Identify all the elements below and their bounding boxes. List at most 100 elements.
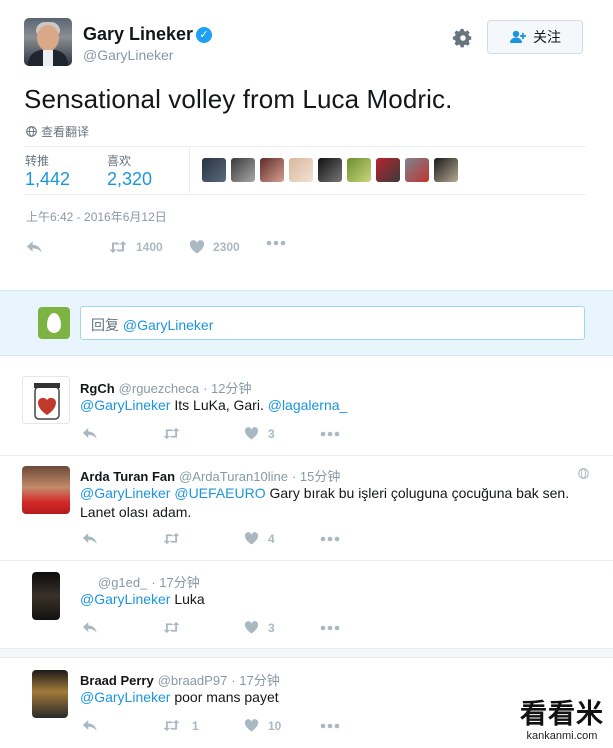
author-handle[interactable]: @GaryLineker [83,47,173,63]
liker-avatar[interactable] [289,158,313,182]
reply-author-handle[interactable]: @ArdaTuran10line [179,469,288,484]
more-icon [266,240,286,246]
heart-icon[interactable] [244,719,259,732]
retweet-stat-value: 1,442 [25,169,71,189]
reply-header: RgCh @rguezcheca · 12分钟 [80,378,251,397]
reply-avatar[interactable] [22,376,70,424]
liker-avatar[interactable] [260,158,284,182]
mention-link[interactable]: @GaryLineker [80,485,170,501]
liker-avatar[interactable] [376,158,400,182]
mention-link[interactable]: @UEFAEURO [174,485,265,501]
reply-button[interactable] [26,240,43,254]
follow-label: 关注 [533,29,561,45]
current-user-avatar [38,307,70,339]
globe-icon [26,126,37,137]
reply-mention: @GaryLineker [122,317,214,333]
reply-text: @GaryLineker Luka [80,590,580,609]
more-icon[interactable] [320,536,340,542]
verified-icon: ✓ [196,27,212,43]
reply-icon[interactable] [82,427,98,440]
reply-avatar[interactable] [22,466,70,514]
reply-icon [26,241,42,253]
reply-header: Arda Turan Fan @ArdaTuran10line · 15分钟 [80,466,340,485]
reply-input[interactable]: 回复 @GaryLineker [80,306,585,340]
reply-actions: 3 [80,618,360,638]
heart-icon [189,240,205,254]
like-stat[interactable]: 喜欢 2,320 [107,152,152,190]
like-stat-label: 喜欢 [107,154,132,168]
more-icon[interactable] [320,625,340,631]
reply-author-name[interactable]: Braad Perry [80,673,154,688]
tweet-timestamp[interactable]: 上午6:42 - 2016年6月12日 [26,208,167,225]
reply-time[interactable]: · 17分钟 [151,572,199,591]
reply-text: @GaryLineker @UEFAEURO Gary bırak bu işl… [80,484,580,522]
retweet-icon[interactable] [162,621,181,634]
liker-avatar[interactable] [405,158,429,182]
heart-icon[interactable] [244,427,259,440]
author-name[interactable]: Gary Lineker [83,24,193,45]
reply-body: Its LuKa, Gari. [174,397,264,413]
reply-like-count: 3 [268,621,275,635]
retweet-button[interactable]: 1400 [108,240,163,254]
divider [24,194,586,195]
retweet-icon[interactable] [162,719,181,732]
reply-text: @GaryLineker poor mans payet [80,688,580,707]
watermark-logo: 看看米 kankanmi.com [512,700,612,748]
retweet-icon[interactable] [162,427,181,440]
mention-link[interactable]: @GaryLineker [80,397,170,413]
reply-icon[interactable] [82,719,98,732]
reply-actions: 1 10 [80,716,360,736]
translate-label: 查看翻译 [41,125,90,139]
reply-retweet-count: 1 [192,719,199,733]
more-icon[interactable] [320,723,340,729]
mention-link[interactable]: @lagalerna_ [268,397,348,413]
watermark-title: 看看米 [520,699,604,730]
retweet-stat-label: 转推 [25,154,50,168]
retweet-icon[interactable] [162,532,181,545]
reply-prefix: 回复 [91,317,119,333]
reply-author-name[interactable]: RgCh [80,381,115,396]
divider [0,648,613,658]
like-button[interactable]: 2300 [189,240,240,254]
more-icon[interactable] [320,431,340,437]
reply-like-count: 3 [268,427,275,441]
liker-avatar[interactable] [318,158,342,182]
divider [0,560,613,561]
reply-time[interactable]: · 12分钟 [203,378,251,397]
retweet-stat[interactable]: 转推 1,442 [25,152,70,190]
watermark-url: kankanmi.com [526,730,598,742]
author-avatar[interactable] [24,18,72,66]
divider [189,147,190,193]
translate-link[interactable]: 查看翻译 [26,123,89,140]
globe-icon[interactable] [578,468,589,479]
divider [24,146,586,147]
reply-avatar[interactable] [32,670,68,718]
reply-like-count: 10 [268,719,282,733]
reply-body: Gary bırak bu işleri çoluguna çocuğuna b… [269,485,570,501]
mention-link[interactable]: @GaryLineker [80,689,170,705]
reply-avatar[interactable] [32,572,60,620]
follow-button[interactable]: 关注 [487,20,583,54]
liker-avatar[interactable] [347,158,371,182]
reply-icon[interactable] [82,621,98,634]
liker-avatar[interactable] [434,158,458,182]
reply-icon[interactable] [82,532,98,545]
heart-icon[interactable] [244,532,259,545]
follow-user-icon [510,30,526,43]
gear-icon[interactable] [452,27,474,49]
mention-link[interactable]: @GaryLineker [80,591,170,607]
divider [0,455,613,456]
more-button[interactable] [266,240,286,246]
liker-avatar[interactable] [231,158,255,182]
liker-avatar[interactable] [202,158,226,182]
reply-body-line2: Lanet olası adam. [80,504,192,520]
heart-jar-icon [34,383,60,420]
reply-time[interactable]: · 15分钟 [292,466,340,485]
reply-time[interactable]: · 17分钟 [231,670,279,689]
reply-author-handle[interactable]: @g1ed_ [98,575,147,590]
reply-author-handle[interactable]: @rguezcheca [119,381,199,396]
reply-author-name[interactable]: Arda Turan Fan [80,469,175,484]
heart-icon[interactable] [244,621,259,634]
reply-author-handle[interactable]: @braadP97 [158,673,228,688]
reply-header: @g1ed_ · 17分钟 [94,572,200,591]
